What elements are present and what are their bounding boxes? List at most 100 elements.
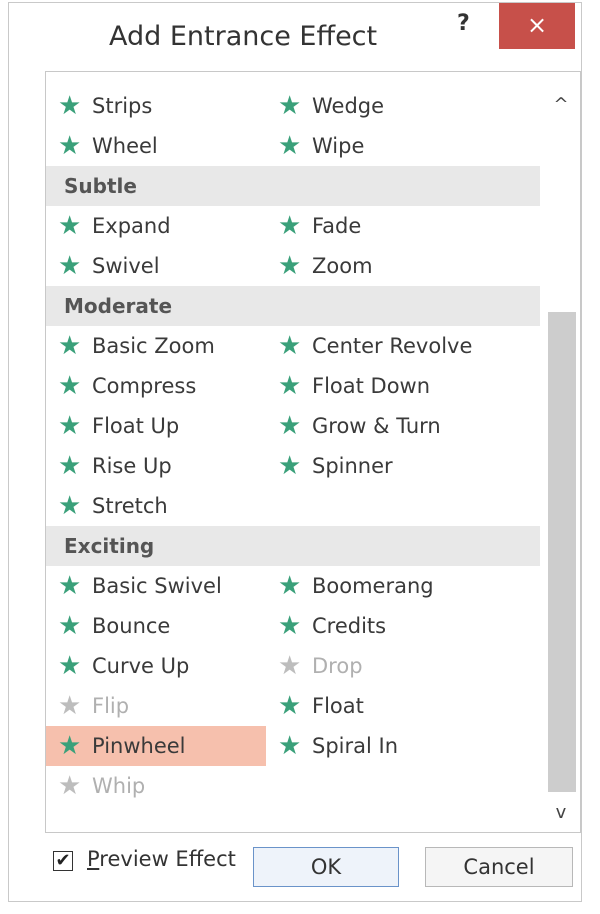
effect-item-label: Center Revolve [312, 334, 473, 358]
effect-item[interactable]: ★ Float Down [266, 366, 486, 406]
effect-item[interactable]: ★ Expand [46, 206, 266, 246]
preview-effect-label[interactable]: Preview Effect [87, 847, 236, 871]
star-icon: ★ [58, 651, 82, 681]
effect-item[interactable]: ★ Spiral In [266, 726, 486, 766]
effect-row: ★ Expand ★ Fade [46, 206, 540, 246]
effect-item-label: Grow & Turn [312, 414, 441, 438]
title-bar: Add Entrance Effect ? × [9, 3, 581, 75]
effect-row: ★ Basic Zoom ★ Center Revolve [46, 326, 540, 366]
effect-item[interactable]: ★ Strips [46, 86, 266, 126]
effect-item-label: Spiral In [312, 734, 399, 758]
effect-item[interactable]: ★ Grow & Turn [266, 406, 486, 446]
star-icon: ★ [278, 411, 302, 441]
add-entrance-effect-dialog: Add Entrance Effect ? × ★ Strips ★ Wedge ★ Wh… [8, 2, 582, 902]
star-icon: ★ [278, 331, 302, 361]
effect-item[interactable]: ★ Curve Up [46, 646, 266, 686]
effect-row: ★ Pinwheel ★ Spiral In [46, 726, 540, 766]
ok-button[interactable]: OK [253, 847, 399, 887]
star-icon: ★ [278, 651, 302, 681]
effect-item[interactable]: ★ Swivel [46, 246, 266, 286]
effect-item[interactable]: ★ Center Revolve [266, 326, 486, 366]
star-icon: ★ [58, 491, 82, 521]
preview-effect-accesskey: P [87, 847, 100, 871]
effect-item[interactable]: ★ Float [266, 686, 486, 726]
effect-item-label: Basic Zoom [92, 334, 215, 358]
effect-item-label: Rise Up [92, 454, 172, 478]
effect-item-label: Bounce [92, 614, 171, 638]
effect-item-label: Strips [92, 94, 153, 118]
dialog-footer: ✔ Preview Effect OK Cancel [9, 839, 581, 899]
star-icon: ★ [58, 211, 82, 241]
effect-item[interactable]: ★ Float Up [46, 406, 266, 446]
effect-item[interactable]: ★ Boomerang [266, 566, 486, 606]
effect-row: ★ Curve Up ★ Drop [46, 646, 540, 686]
star-icon: ★ [58, 771, 82, 801]
star-icon: ★ [278, 731, 302, 761]
star-icon: ★ [278, 611, 302, 641]
effect-list[interactable]: ★ Strips ★ Wedge ★ Wheel ★ Wipe Subtle ★ Expand ★ Fa… [45, 71, 581, 833]
effect-item[interactable]: ★ Zoom [266, 246, 486, 286]
scroll-thumb[interactable] [548, 312, 576, 792]
dialog-title: Add Entrance Effect [109, 21, 378, 52]
effect-item: ★ Flip [46, 686, 266, 726]
effect-item-label: Wipe [312, 134, 365, 158]
star-icon: ★ [58, 611, 82, 641]
effect-item[interactable]: ★ Stretch [46, 486, 266, 526]
preview-effect-checkbox[interactable]: ✔ [53, 851, 73, 871]
effect-item[interactable]: ★ Pinwheel [46, 726, 266, 766]
effect-item-label: Wedge [312, 94, 385, 118]
effect-row: ★ Stretch [46, 486, 540, 526]
effect-item-label: Float Down [312, 374, 431, 398]
effect-row: ★ Bounce ★ Credits [46, 606, 540, 646]
effect-row: ★ Wheel ★ Wipe [46, 126, 540, 166]
scroll-up-button[interactable]: ^ [542, 94, 580, 115]
effect-item[interactable]: ★ Wedge [266, 86, 486, 126]
effect-item[interactable]: ★ Compress [46, 366, 266, 406]
close-button[interactable]: × [499, 3, 575, 49]
star-icon: ★ [58, 251, 82, 281]
effect-item-label: Flip [92, 694, 130, 718]
effect-item-label: Spinner [312, 454, 393, 478]
star-icon: ★ [278, 211, 302, 241]
star-icon: ★ [278, 91, 302, 121]
star-icon: ★ [58, 371, 82, 401]
effect-item[interactable]: ★ Rise Up [46, 446, 266, 486]
effect-item-label: Credits [312, 614, 387, 638]
effect-item[interactable]: ★ Spinner [266, 446, 486, 486]
effect-row: ★ Flip ★ Float [46, 686, 540, 726]
effect-item-label: Expand [92, 214, 171, 238]
effect-item-label: Fade [312, 214, 362, 238]
help-button[interactable]: ? [457, 11, 470, 36]
effect-item[interactable]: ★ Basic Swivel [46, 566, 266, 606]
effect-item[interactable]: ★ Credits [266, 606, 486, 646]
star-icon: ★ [278, 571, 302, 601]
effect-item[interactable]: ★ Wheel [46, 126, 266, 166]
star-icon: ★ [58, 331, 82, 361]
star-icon: ★ [58, 131, 82, 161]
cancel-button[interactable]: Cancel [425, 847, 573, 887]
scroll-down-button[interactable]: v [542, 802, 580, 823]
star-icon: ★ [58, 571, 82, 601]
star-icon: ★ [58, 91, 82, 121]
effect-item-label: Wheel [92, 134, 158, 158]
effect-row: ★ Float Up ★ Grow & Turn [46, 406, 540, 446]
effect-row: ★ Swivel ★ Zoom [46, 246, 540, 286]
effect-item-label: Stretch [92, 494, 168, 518]
effect-row: ★ Strips ★ Wedge [46, 86, 540, 126]
star-icon: ★ [58, 411, 82, 441]
effect-item[interactable]: ★ Bounce [46, 606, 266, 646]
group-header: Subtle [46, 166, 540, 206]
effect-item-label: Float [312, 694, 364, 718]
star-icon: ★ [278, 371, 302, 401]
effect-item-label: Compress [92, 374, 197, 398]
star-icon: ★ [58, 731, 82, 761]
effect-item[interactable]: ★ Fade [266, 206, 486, 246]
effect-item-label: Swivel [92, 254, 160, 278]
effect-item[interactable]: ★ Basic Zoom [46, 326, 266, 366]
effect-row: ★ Whip [46, 766, 540, 806]
star-icon: ★ [58, 691, 82, 721]
preview-effect-label-text: review Effect [99, 847, 236, 871]
effect-item[interactable]: ★ Wipe [266, 126, 486, 166]
scrollbar[interactable]: ^ v [542, 72, 580, 832]
star-icon: ★ [278, 451, 302, 481]
